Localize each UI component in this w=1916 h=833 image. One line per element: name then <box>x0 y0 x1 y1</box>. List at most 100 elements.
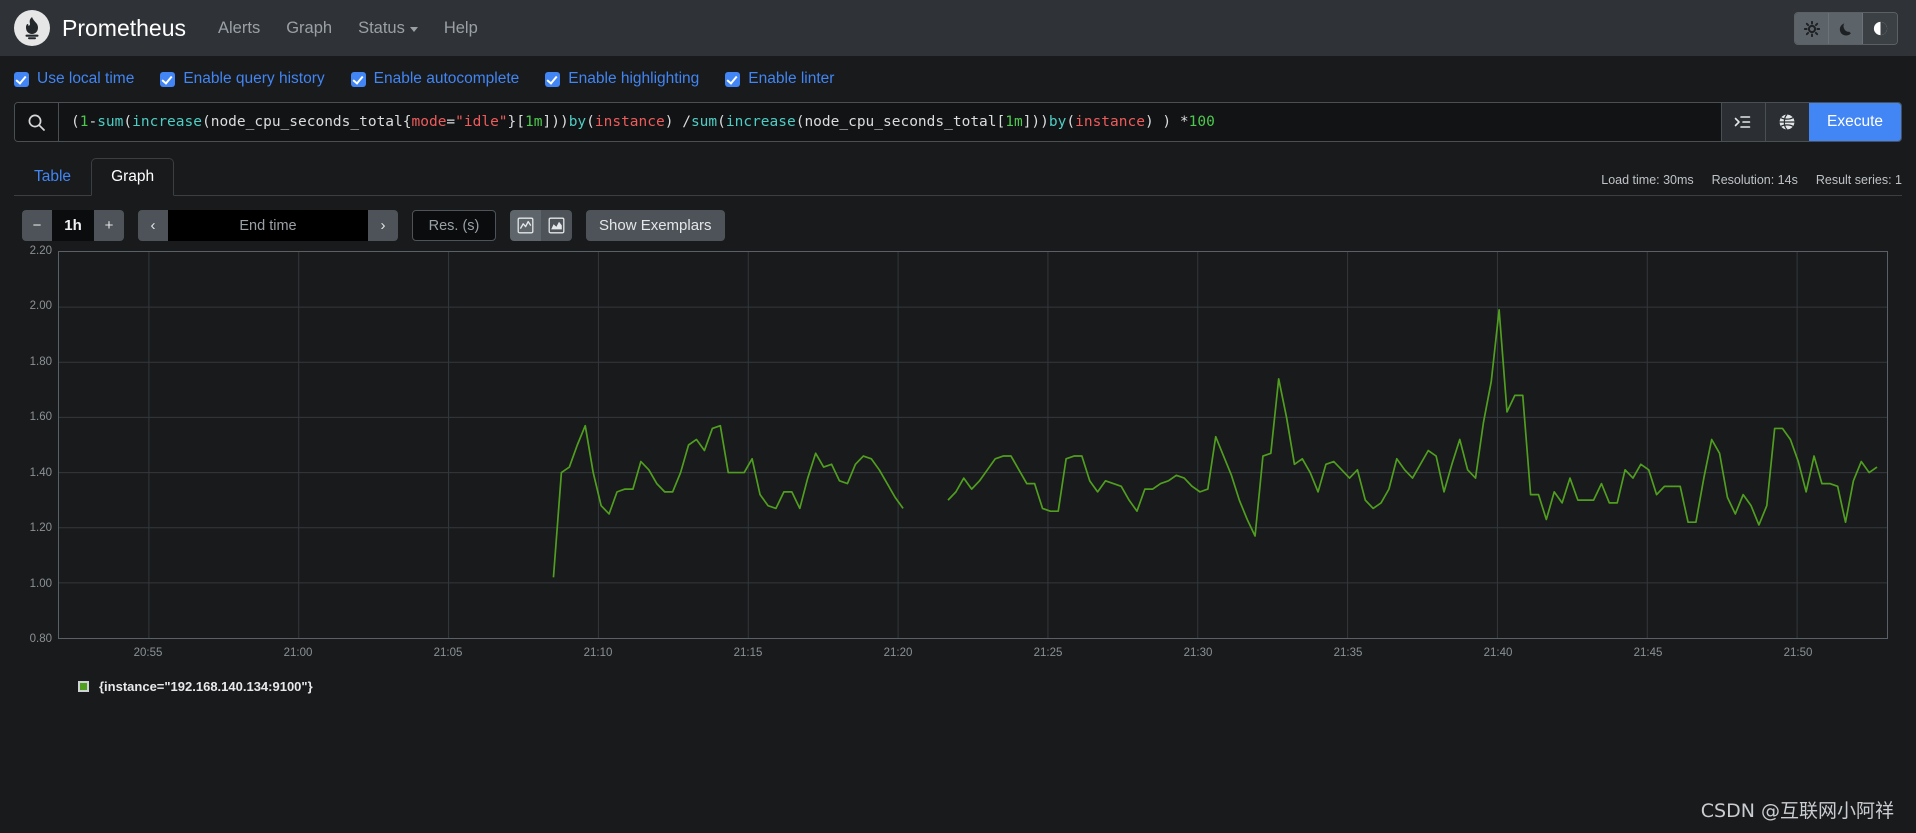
nav-link-help[interactable]: Help <box>444 19 478 38</box>
line-chart-icon[interactable] <box>510 210 541 241</box>
half-circle-icon[interactable] <box>1863 13 1897 44</box>
query-token: 1m <box>1005 114 1023 130</box>
option-label: Enable highlighting <box>568 70 700 87</box>
checkbox-enable-highlighting[interactable] <box>545 71 561 87</box>
query-token: by <box>568 114 587 130</box>
nav-link-graph[interactable]: Graph <box>286 19 332 38</box>
checkbox-use-local-time[interactable] <box>14 71 29 87</box>
tab-table[interactable]: Table <box>14 158 91 196</box>
y-axis-tick-label: 1.80 <box>29 355 52 368</box>
prometheus-torch-icon[interactable] <box>14 10 50 46</box>
x-axis: 20:55 21:00 21:05 21:10 21:15 21:20 21:25 21:30… <box>58 643 1888 665</box>
x-axis-tick-label: 21:50 <box>1783 647 1813 659</box>
x-axis-tick-label: 21:45 <box>1633 647 1663 659</box>
query-token: mode <box>411 114 447 130</box>
option-enable-linter[interactable]: Enable linter <box>725 70 834 88</box>
y-axis-tick-label: 1.00 <box>29 577 52 590</box>
checkbox-enable-query-history[interactable] <box>160 71 176 87</box>
metric-explorer-icon[interactable] <box>1720 103 1765 141</box>
x-axis-tick-label: 21:10 <box>583 647 613 659</box>
nav-link-alerts[interactable]: Alerts <box>218 19 260 38</box>
chevron-down-icon <box>409 27 418 32</box>
end-time-input[interactable]: End time <box>168 210 368 241</box>
legend-series-label[interactable]: {instance="192.168.140.134:9100"} <box>99 679 313 694</box>
nav-link-status[interactable]: Status <box>358 19 418 38</box>
query-token: 1m <box>525 114 543 130</box>
query-token: (node_cpu_seconds_total{ <box>201 114 412 130</box>
query-token: ) ) * <box>1144 114 1189 130</box>
option-enable-query-history[interactable]: Enable query history <box>160 70 325 88</box>
query-token: (node_cpu_seconds_total[ <box>795 114 1006 130</box>
y-axis: 2.20 2.00 1.80 1.60 1.40 1.20 1.00 0.80 <box>14 245 58 645</box>
stat-load-time: Load time: 30ms <box>1601 173 1694 187</box>
query-token: instance <box>594 114 665 130</box>
query-token: }[ <box>507 114 526 130</box>
query-token: "idle" <box>455 114 508 130</box>
query-token: = <box>446 114 456 130</box>
option-label: Enable autocomplete <box>373 70 520 87</box>
brand-name[interactable]: Prometheus <box>62 15 186 42</box>
y-axis-tick-label: 0.80 <box>29 633 52 645</box>
query-token: by <box>1048 114 1067 130</box>
end-time-picker: ‹ End time › <box>138 210 398 241</box>
globe-icon[interactable] <box>1764 103 1809 141</box>
query-token: ( <box>123 114 133 130</box>
option-enable-autocomplete[interactable]: Enable autocomplete <box>350 70 520 88</box>
x-axis-tick-label: 21:20 <box>883 647 913 659</box>
query-token: ( <box>717 114 726 130</box>
x-axis-tick-label: 21:35 <box>1333 647 1363 659</box>
option-label: Enable linter <box>748 70 835 87</box>
range-decrease-button[interactable]: − <box>22 210 52 241</box>
end-time-next-button[interactable]: › <box>368 210 398 241</box>
range-increase-button[interactable]: + <box>94 210 124 241</box>
search-icon[interactable] <box>15 103 59 141</box>
option-enable-highlighting[interactable]: Enable highlighting <box>545 70 699 88</box>
tab-graph[interactable]: Graph <box>91 158 175 196</box>
result-tabs: Table Graph Load time: 30ms Resolution: … <box>14 156 1902 196</box>
query-token: increase <box>725 114 796 130</box>
x-axis-tick-label: 21:40 <box>1483 647 1513 659</box>
query-bar: (1 - sum(increase (node_cpu_seconds_total… <box>14 102 1902 142</box>
query-stats: Load time: 30ms Resolution: 14s Result s… <box>1601 173 1902 187</box>
query-token: ( <box>71 114 80 130</box>
y-axis-tick-label: 2.00 <box>29 300 52 313</box>
graph-controls: − 1h + ‹ End time › Res. (s) Show Exempl… <box>0 196 1916 241</box>
y-axis-tick-label: 1.20 <box>29 522 52 535</box>
checkbox-enable-linter[interactable] <box>725 71 741 87</box>
query-token: instance <box>1075 114 1145 130</box>
query-input[interactable]: (1 - sum(increase (node_cpu_seconds_total… <box>59 103 1721 141</box>
stacked-chart-icon[interactable] <box>541 210 572 241</box>
chart-type-toggle <box>510 210 572 241</box>
y-axis-tick-label: 2.20 <box>29 245 52 257</box>
execute-button[interactable]: Execute <box>1808 103 1901 141</box>
chart-svg[interactable] <box>59 252 1887 638</box>
theme-switcher <box>1794 12 1898 45</box>
end-time-prev-button[interactable]: ‹ <box>138 210 168 241</box>
option-label: Enable query history <box>183 70 325 87</box>
query-token: sum <box>690 114 718 130</box>
moon-icon[interactable] <box>1829 13 1863 44</box>
sun-icon[interactable] <box>1795 13 1829 44</box>
graph-panel: 2.20 2.00 1.80 1.60 1.40 1.20 1.00 0.80 20:55 21… <box>14 245 1902 671</box>
query-token: 1 <box>79 114 89 130</box>
series-line <box>948 310 1877 536</box>
query-token: 100 <box>1188 114 1215 130</box>
series-line <box>553 426 903 578</box>
legend-color-swatch[interactable] <box>78 681 89 692</box>
query-token: ])) <box>1022 114 1049 130</box>
plot-area[interactable] <box>58 251 1888 639</box>
query-token: ( <box>586 114 595 130</box>
option-label: Use local time <box>37 70 135 87</box>
resolution-input[interactable]: Res. (s) <box>412 210 496 241</box>
chart-legend: {instance="192.168.140.134:9100"} <box>0 671 1916 694</box>
option-use-local-time[interactable]: Use local time <box>14 70 134 88</box>
checkbox-enable-autocomplete[interactable] <box>350 71 366 87</box>
show-exemplars-button[interactable]: Show Exemplars <box>586 210 725 241</box>
y-axis-tick-label: 1.60 <box>29 411 52 424</box>
query-token: ( <box>1066 114 1076 130</box>
query-options-row: Use local time Enable query history Enab… <box>0 56 1916 98</box>
x-axis-tick-label: 21:05 <box>433 647 463 659</box>
navbar: Prometheus Alerts Graph Status Help <box>0 0 1916 56</box>
range-input[interactable]: 1h <box>52 210 94 241</box>
x-axis-tick-label: 21:30 <box>1183 647 1213 659</box>
